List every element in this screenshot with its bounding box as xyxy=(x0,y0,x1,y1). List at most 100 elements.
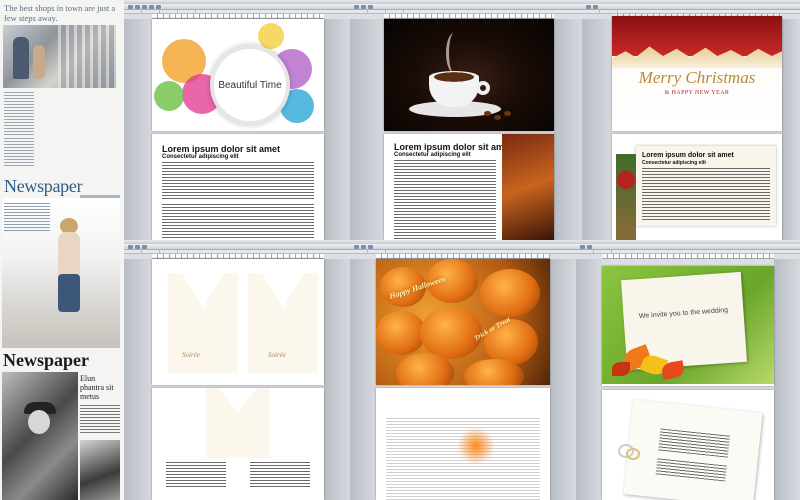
body-heading: Lorem ipsum dolor sit amet xyxy=(386,400,505,410)
document-window-coffee[interactable]: Lorem ipsum dolor sit amet Consectetur a… xyxy=(350,0,582,240)
shopping-mall-photo xyxy=(3,25,116,88)
body-page[interactable]: Lorem ipsum dolor sit amet Consectetur a… xyxy=(376,388,550,500)
cover-page[interactable]: We invite you to the wedding xyxy=(602,266,774,386)
page-gutter-left xyxy=(124,259,152,500)
body-text xyxy=(394,160,496,240)
save-icon[interactable] xyxy=(368,245,373,249)
cover-title: Beautiful Time xyxy=(218,79,282,91)
open-icon[interactable] xyxy=(361,5,366,9)
new-icon[interactable] xyxy=(128,5,133,9)
print-icon[interactable] xyxy=(149,5,154,9)
page-gutter-left xyxy=(124,19,152,240)
body-heading: Lorem ipsum dolor sit amet xyxy=(394,142,513,152)
body-page[interactable]: Lorem ipsum dolor sit amet Consectetur a… xyxy=(612,134,782,240)
body-page[interactable]: Lorem ipsum dolor sit amet Consectetur a… xyxy=(384,134,554,240)
body-subheading: Consectetur adipiscing elit xyxy=(642,160,706,166)
text-column xyxy=(4,92,34,136)
document-window-wedding-suit[interactable]: Soirée Soirée xyxy=(124,240,350,500)
tuxedo-illustration xyxy=(168,273,238,373)
body-text xyxy=(655,458,727,482)
text-column xyxy=(80,405,120,435)
document-window-beautiful-time[interactable]: Beautiful Time Lorem ipsum dolor sit ame… xyxy=(124,0,350,240)
wine-glass-photo xyxy=(502,134,554,240)
dress-illustration xyxy=(206,388,270,458)
body-page[interactable] xyxy=(602,390,774,500)
cover-page[interactable] xyxy=(384,19,554,131)
body-page[interactable] xyxy=(152,388,324,500)
letter-card xyxy=(623,399,763,500)
text-column xyxy=(4,203,50,233)
green-invitation-art: We invite you to the wedding xyxy=(602,266,774,384)
body-page[interactable]: Lorem ipsum dolor sit amet Consectetur a… xyxy=(152,134,324,240)
open-icon[interactable] xyxy=(593,5,598,9)
cover-page[interactable]: Happy Halloween Trick or Treat xyxy=(376,259,550,385)
newspaper-preview-strip: The best shops in town are just a few st… xyxy=(0,0,124,500)
page-gutter-right xyxy=(782,19,800,240)
open-icon[interactable] xyxy=(361,245,366,249)
save-icon[interactable] xyxy=(142,5,147,9)
body-subheading: Consectetur adipiscing elit xyxy=(386,410,463,416)
newspaper-masthead-blue: Newspaper xyxy=(4,176,83,196)
new-icon[interactable] xyxy=(580,245,585,249)
cover-page[interactable]: Beautiful Time xyxy=(152,19,324,131)
black-white-photo xyxy=(80,440,120,500)
body-heading: Lorem ipsum dolor sit amet xyxy=(642,152,734,159)
open-icon[interactable] xyxy=(135,5,140,9)
body-subheading: Consectetur adipiscing elit xyxy=(394,152,471,158)
document-window-christmas[interactable]: Merry Christmas & HAPPY NEW YEAR Lorem i… xyxy=(582,0,800,240)
page-gutter-right xyxy=(774,259,800,500)
undo-icon[interactable] xyxy=(156,5,161,9)
new-icon[interactable] xyxy=(354,5,359,9)
document-window-halloween[interactable]: Happy Halloween Trick or Treat Lorem ips… xyxy=(350,240,576,500)
new-icon[interactable] xyxy=(128,245,133,249)
ruler[interactable] xyxy=(602,254,774,259)
masthead-rule xyxy=(80,195,120,198)
new-icon[interactable] xyxy=(586,5,591,9)
cover-word: Soirée xyxy=(182,351,200,359)
body-subheading: Consectetur adipiscing elit xyxy=(162,154,239,160)
save-icon[interactable] xyxy=(368,5,373,9)
ring-icon xyxy=(626,448,640,460)
tab[interactable] xyxy=(576,250,594,254)
christmas-card-art: Merry Christmas & HAPPY NEW YEAR xyxy=(612,16,782,128)
tab[interactable] xyxy=(124,250,142,254)
tab[interactable] xyxy=(350,250,368,254)
text-column xyxy=(4,138,34,168)
tab[interactable] xyxy=(350,10,368,14)
open-icon[interactable] xyxy=(587,245,592,249)
cover-page[interactable]: Merry Christmas & HAPPY NEW YEAR xyxy=(612,16,782,131)
new-icon[interactable] xyxy=(354,245,359,249)
body-text xyxy=(642,168,770,220)
page-gutter-left xyxy=(350,19,384,240)
newspaper-tagline: The best shops in town are just a few st… xyxy=(4,3,116,23)
body-text xyxy=(166,462,226,488)
colorful-swirl-art: Beautiful Time xyxy=(152,19,324,131)
title-badge: Beautiful Time xyxy=(210,45,290,125)
screenshot-collage: The best shops in town are just a few st… xyxy=(0,0,800,500)
cover-page[interactable]: Soirée Soirée xyxy=(152,259,324,385)
body-text xyxy=(162,162,314,200)
page-gutter-right xyxy=(324,259,350,500)
document-window-wedding-invite[interactable]: We invite you to the wedding xyxy=(576,240,800,500)
christmas-title: Merry Christmas xyxy=(638,68,756,87)
newspaper-headline: Elun phantra sit metus xyxy=(80,374,114,401)
newspaper-masthead-black: Newspaper xyxy=(3,350,89,370)
body-text xyxy=(658,428,731,458)
black-white-photo xyxy=(2,372,78,500)
invitation-text: We invite you to the wedding xyxy=(638,306,729,321)
coffee-cup-photo xyxy=(384,19,554,131)
page-gutter-left xyxy=(350,259,376,500)
open-icon[interactable] xyxy=(135,245,140,249)
tab[interactable] xyxy=(582,10,600,14)
glow-decoration xyxy=(456,428,496,464)
page-gutter-right xyxy=(554,19,582,240)
page-gutter-right xyxy=(550,259,576,500)
body-text xyxy=(162,204,314,240)
christmas-subtitle: & HAPPY NEW YEAR xyxy=(664,90,730,96)
save-icon[interactable] xyxy=(142,245,147,249)
holly-decoration xyxy=(616,154,636,240)
page-gutter-left xyxy=(582,19,612,240)
body-text xyxy=(250,462,310,488)
tab[interactable] xyxy=(124,10,142,14)
page-gutter-left xyxy=(576,259,602,500)
